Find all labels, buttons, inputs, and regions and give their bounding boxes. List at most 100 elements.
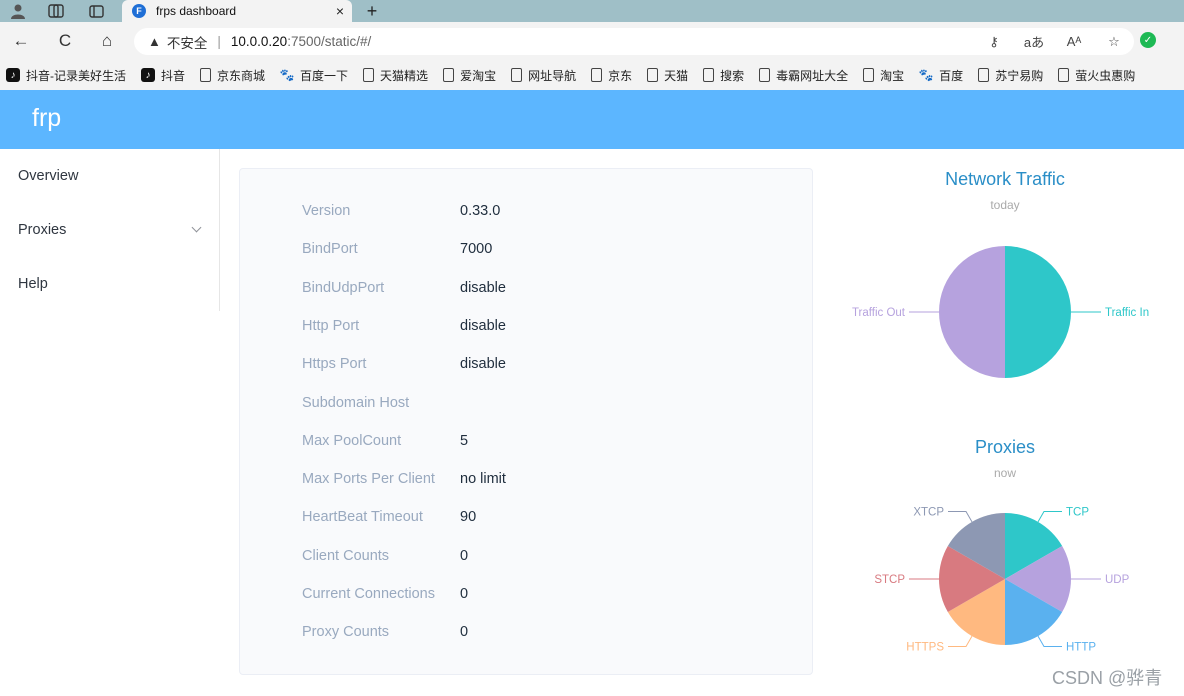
url-path[interactable]: :7500/static/#/ bbox=[287, 34, 371, 49]
info-key: Current Connections bbox=[302, 586, 435, 602]
read-aloud-icon[interactable]: Aᴬ bbox=[1054, 34, 1094, 49]
bookmark-item[interactable]: 搜索 bbox=[703, 67, 744, 84]
page-icon bbox=[591, 68, 603, 82]
tab-frps-dashboard[interactable]: F frps dashboard × bbox=[122, 0, 352, 22]
info-value: 0 bbox=[460, 624, 469, 641]
extension-icon[interactable]: ✓ bbox=[1140, 32, 1156, 48]
bookmark-item[interactable]: 淘宝 bbox=[863, 67, 904, 84]
sidebar-item-label: Overview bbox=[18, 168, 79, 184]
key-icon[interactable]: ⚷ bbox=[974, 34, 1014, 50]
tab-close-icon[interactable]: × bbox=[328, 3, 352, 19]
info-value: disable bbox=[460, 279, 506, 296]
baidu-paw-icon: 🐾 bbox=[918, 68, 934, 82]
sidebar-item-label: Help bbox=[18, 276, 48, 292]
address-toolbar: ← C ⌂ ▲ 不安全 | 10.0.0.20:7500/static/#/ ⚷… bbox=[0, 22, 1184, 60]
sidebar-filler bbox=[0, 311, 220, 696]
profile-icon[interactable] bbox=[4, 0, 32, 22]
proxies-chart-title: Proxies bbox=[974, 437, 1036, 457]
watermark: CSDN @骅青 bbox=[1052, 668, 1163, 688]
frp-favicon-icon: F bbox=[132, 4, 146, 18]
bookmark-item[interactable]: 🐾 百度一下 bbox=[280, 67, 348, 84]
info-key: Client Counts bbox=[302, 547, 390, 564]
info-row: Max PoolCount 5 bbox=[302, 431, 468, 451]
info-key: BindUdpPort bbox=[302, 279, 385, 296]
pie-label: XTCP bbox=[913, 506, 944, 518]
bookmark-item[interactable]: 萤火虫惠购 bbox=[1058, 67, 1135, 84]
info-row: Max Ports Per Client no limit bbox=[302, 469, 506, 489]
info-row: Subdomain Host bbox=[302, 393, 460, 413]
bookmark-label: 毒霸网址大全 bbox=[776, 68, 849, 83]
info-row: HeartBeat Timeout 90 bbox=[302, 507, 476, 527]
bookmark-item[interactable]: 京东 bbox=[591, 67, 632, 84]
bookmark-item[interactable]: 爱淘宝 bbox=[443, 67, 496, 84]
info-key: Subdomain Host bbox=[302, 394, 410, 411]
pie-label: UDP bbox=[1105, 574, 1130, 586]
bookmark-label: 淘宝 bbox=[880, 68, 905, 83]
info-key: BindPort bbox=[302, 241, 358, 258]
page-icon bbox=[759, 68, 771, 82]
sidebar-item-overview[interactable]: Overview bbox=[18, 149, 218, 203]
url-host[interactable]: 10.0.0.20 bbox=[231, 34, 287, 49]
info-key: Https Port bbox=[302, 356, 367, 373]
warning-icon[interactable]: ▲ bbox=[148, 34, 161, 49]
pie-label-line bbox=[948, 635, 973, 648]
bookmark-item[interactable]: ♪ 抖音 bbox=[141, 67, 185, 84]
sidebar-menu: Overview Proxies Help bbox=[2, 149, 220, 311]
info-key: Proxy Counts bbox=[302, 624, 390, 641]
page-icon bbox=[1058, 68, 1070, 82]
refresh-button[interactable]: C bbox=[52, 30, 78, 52]
collections-icon[interactable] bbox=[42, 0, 70, 22]
info-row: Current Connections 0 bbox=[302, 584, 468, 604]
network-traffic-chart-title: Network Traffic bbox=[945, 169, 1065, 189]
baidu-paw-icon: 🐾 bbox=[279, 68, 295, 82]
favorite-star-icon[interactable]: ☆ bbox=[1094, 34, 1134, 50]
bookmark-label: 苏宁易购 bbox=[995, 68, 1044, 83]
info-row: BindUdpPort disable bbox=[302, 278, 506, 298]
back-button[interactable]: ← bbox=[8, 30, 34, 52]
pie-label: HTTPS bbox=[906, 642, 944, 654]
pie-label: STCP bbox=[874, 574, 905, 586]
sidebar-item-proxies[interactable]: Proxies bbox=[18, 203, 218, 257]
app-logo[interactable]: frp bbox=[32, 104, 61, 133]
url-bar[interactable]: ▲ 不安全 | 10.0.0.20:7500/static/#/ ⚷ aあ Aᴬ… bbox=[134, 28, 1134, 55]
info-value: 5 bbox=[460, 432, 469, 449]
bookmark-item[interactable]: 京东商城 bbox=[200, 67, 265, 84]
page-icon bbox=[863, 68, 875, 82]
info-key: HeartBeat Timeout bbox=[302, 509, 423, 526]
tab-actions-icon[interactable] bbox=[82, 0, 110, 22]
sidebar-item-help[interactable]: Help bbox=[18, 257, 218, 311]
page-icon bbox=[703, 68, 715, 82]
bookmark-label: 搜索 bbox=[720, 68, 745, 83]
pie-label: HTTP bbox=[1066, 642, 1096, 654]
translate-icon[interactable]: aあ bbox=[1014, 32, 1054, 51]
tiktok-icon: ♪ bbox=[6, 68, 20, 82]
url-insecure-label[interactable]: 不安全 bbox=[167, 32, 208, 52]
app-header: frp bbox=[0, 90, 1184, 149]
bookmark-label: 萤火虫惠购 bbox=[1075, 68, 1136, 83]
url-actions: ⚷ aあ Aᴬ ☆ bbox=[974, 28, 1134, 55]
bookmarks-bar: ♪ 抖音-记录美好生活 ♪ 抖音 京东商城 🐾 百度一下 天猫精选 爱淘宝 网址导航 京东 天猫 搜索 毒… bbox=[0, 60, 1184, 90]
bookmark-item[interactable]: 天猫 bbox=[647, 67, 688, 84]
info-row: Client Counts 0 bbox=[302, 546, 468, 566]
network-traffic-pie-chart: Traffic In Traffic Out bbox=[852, 246, 1149, 378]
info-key: Http Port bbox=[302, 317, 360, 334]
bookmark-label: 网址导航 bbox=[528, 68, 577, 83]
bookmark-item[interactable]: 毒霸网址大全 bbox=[759, 67, 848, 84]
info-key: Version bbox=[302, 203, 351, 219]
pie-label-line bbox=[1037, 635, 1062, 648]
bookmark-item[interactable]: ♪ 抖音-记录美好生活 bbox=[6, 67, 126, 84]
bookmark-item[interactable]: 网址导航 bbox=[511, 67, 576, 84]
bookmark-item[interactable]: 天猫精选 bbox=[363, 67, 428, 84]
new-tab-button[interactable]: + bbox=[360, 0, 384, 22]
pie-label: Traffic In bbox=[1105, 307, 1149, 319]
browser-tab-strip: F frps dashboard × + bbox=[0, 0, 1184, 22]
info-value: disable bbox=[460, 356, 506, 373]
bookmark-item[interactable]: 苏宁易购 bbox=[978, 67, 1043, 84]
network-traffic-chart-subtitle: today bbox=[990, 198, 1020, 212]
bookmark-label: 京东 bbox=[608, 68, 633, 83]
bookmark-item[interactable]: 🐾 百度 bbox=[919, 67, 963, 84]
bookmark-label: 百度一下 bbox=[300, 68, 349, 83]
home-button[interactable]: ⌂ bbox=[94, 30, 120, 52]
page-icon bbox=[511, 68, 523, 82]
chevron-down-icon bbox=[191, 222, 202, 233]
